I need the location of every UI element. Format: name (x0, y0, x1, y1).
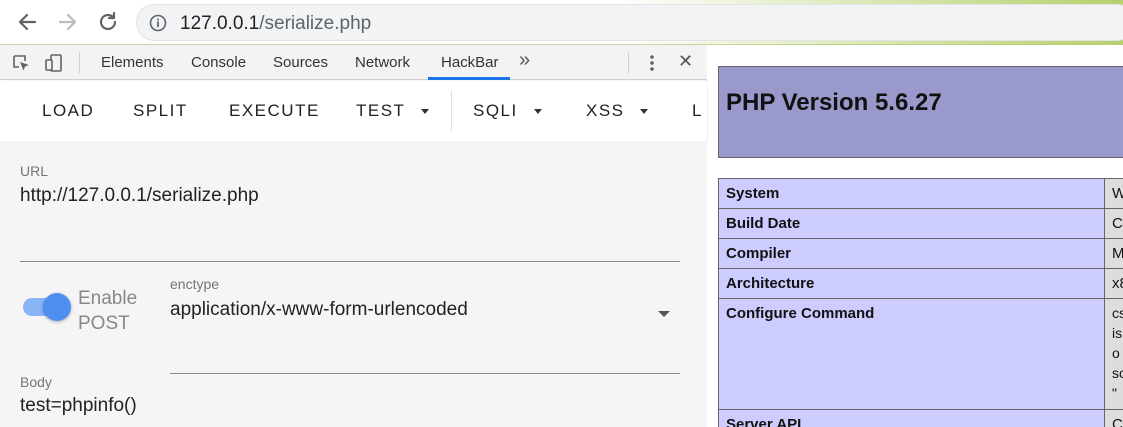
table-row: Configure Command cs is o sc " (718, 298, 1123, 410)
tab-network[interactable]: Network (355, 54, 410, 71)
address-url: 127.0.0.1/serialize.php (180, 13, 371, 35)
enable-post-label-line2: POST (78, 313, 130, 334)
value-line: sc (1112, 365, 1123, 381)
phpinfo-table: System W Build Date C Compiler M Archite… (718, 178, 1123, 427)
table-row: Build Date C (718, 208, 1123, 239)
row-value: M (1104, 238, 1123, 269)
row-value: C (1104, 208, 1123, 239)
browser-toolbar: 127.0.0.1/serialize.php (0, 0, 1123, 45)
devtools-tabbar: Elements Console Sources Network HackBar… (0, 45, 707, 80)
toolbar-divider (79, 52, 80, 73)
tab-console[interactable]: Console (191, 54, 246, 71)
row-value-multiline: cs is o sc " (1104, 298, 1123, 410)
page-content: PHP Version 5.6.27 System W Build Date C… (708, 45, 1123, 427)
reload-icon (99, 11, 117, 31)
enable-post-label: Enable POST (78, 286, 148, 336)
kebab-menu-icon[interactable] (642, 53, 662, 73)
more-tabs-icon[interactable]: » (519, 49, 530, 72)
url-path: /serialize.php (259, 13, 372, 34)
value-line: o (1112, 345, 1120, 361)
body-field[interactable]: test=phpinfo() (20, 395, 137, 417)
test-dropdown-icon[interactable] (421, 109, 429, 114)
enable-post-label-line1: Enable (78, 288, 138, 309)
xss-button[interactable]: XSS (586, 101, 625, 121)
address-bar[interactable]: 127.0.0.1/serialize.php (136, 4, 1123, 41)
next-menu-button[interactable]: L (692, 101, 703, 121)
enctype-label: enctype (170, 276, 220, 292)
devtools-panel: Elements Console Sources Network HackBar… (0, 45, 707, 427)
back-button[interactable] (14, 9, 40, 35)
php-version-title: PHP Version 5.6.27 (726, 89, 942, 116)
device-toolbar-icon[interactable] (44, 53, 64, 73)
table-row: System W (718, 178, 1123, 209)
info-icon[interactable] (149, 14, 167, 32)
xss-dropdown-icon[interactable] (640, 109, 648, 114)
row-value: C (1104, 409, 1123, 427)
table-row: Architecture x8 (718, 268, 1123, 299)
url-host: 127.0.0.1 (180, 13, 260, 34)
tab-hackbar[interactable]: HackBar (441, 54, 499, 71)
hackbar-body: URL http://127.0.0.1/serialize.php Enabl… (0, 141, 707, 427)
enctype-dropdown-icon[interactable] (658, 311, 670, 317)
php-version-header: PHP Version 5.6.27 (718, 66, 1123, 158)
value-line: " (1112, 385, 1117, 401)
url-field-underline (20, 261, 680, 262)
forward-arrow-icon (58, 13, 77, 31)
reload-button[interactable] (95, 9, 121, 35)
sqli-dropdown-icon[interactable] (534, 109, 542, 114)
table-row: Compiler M (718, 238, 1123, 269)
tab-sources[interactable]: Sources (273, 54, 328, 71)
active-tab-indicator (428, 77, 510, 80)
row-key: Compiler (718, 238, 1105, 269)
load-button[interactable]: LOAD (42, 101, 94, 121)
split-button[interactable]: SPLIT (133, 101, 188, 121)
inspect-element-icon[interactable] (11, 53, 31, 73)
row-key: Server API (718, 409, 1105, 427)
row-key: Build Date (718, 208, 1105, 239)
table-row: Server API C (718, 409, 1123, 427)
menu-divider (451, 91, 452, 131)
enctype-select[interactable]: application/x-www-form-urlencoded (170, 299, 468, 321)
close-devtools-icon[interactable]: ✕ (678, 51, 693, 72)
execute-button[interactable]: EXECUTE (229, 101, 320, 121)
value-line: cs (1112, 305, 1123, 321)
test-button[interactable]: TEST (356, 101, 405, 121)
enable-post-toggle-knob[interactable] (43, 293, 71, 321)
tab-elements[interactable]: Elements (101, 54, 164, 71)
forward-button[interactable] (55, 9, 81, 35)
hackbar-menu: LOAD SPLIT EXECUTE TEST SQLI XSS L (0, 81, 707, 141)
sqli-button[interactable]: SQLI (473, 101, 518, 121)
value-line: is (1112, 325, 1123, 341)
row-key: Configure Command (718, 298, 1105, 410)
enctype-underline (170, 373, 680, 374)
back-arrow-icon (18, 13, 37, 31)
row-value: x8 (1104, 268, 1123, 299)
url-field-label: URL (20, 163, 49, 179)
url-field[interactable]: http://127.0.0.1/serialize.php (20, 185, 259, 207)
row-key: System (718, 178, 1105, 209)
row-value: W (1104, 178, 1123, 209)
body-field-label: Body (20, 374, 52, 390)
toolbar-divider-right (628, 52, 629, 73)
row-key: Architecture (718, 268, 1105, 299)
